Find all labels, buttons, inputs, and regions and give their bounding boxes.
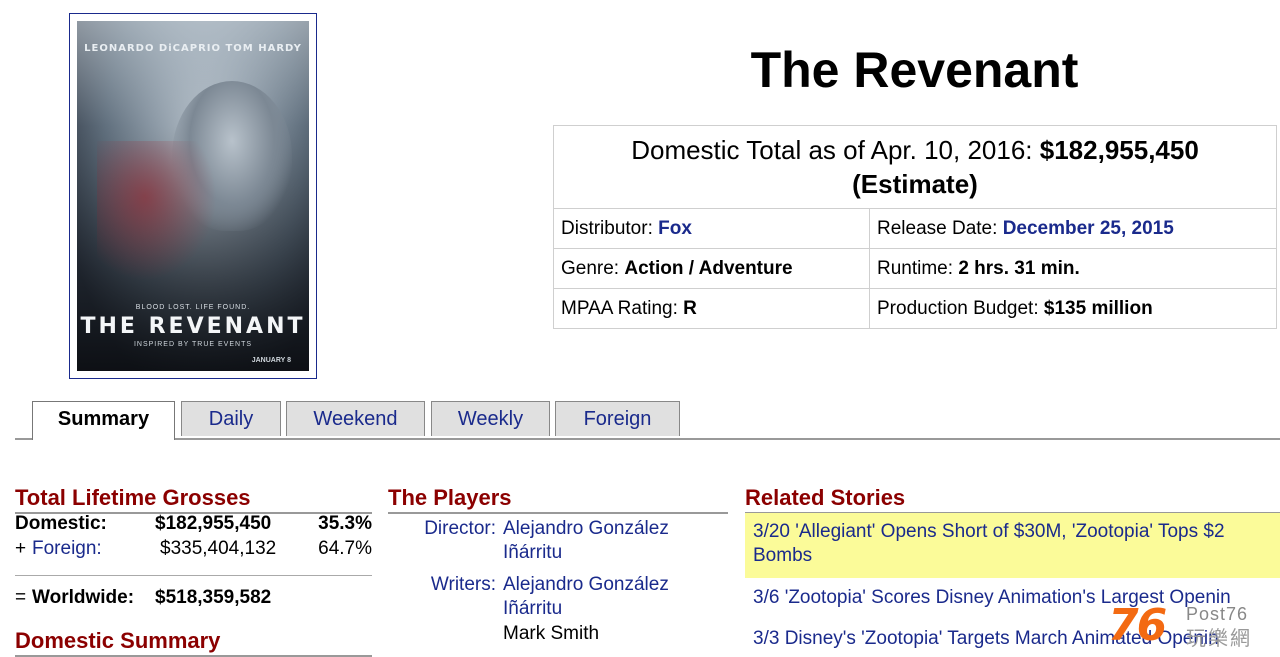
players-heading: The Players bbox=[388, 485, 512, 510]
poster-title: THE REVENANT bbox=[80, 314, 306, 339]
distributor-label: Distributor: bbox=[561, 217, 653, 239]
story-item[interactable]: 3/20 'Allegiant' Opens Short of $30M, 'Z… bbox=[745, 513, 1280, 578]
estimate-label: (Estimate) bbox=[852, 169, 978, 199]
budget-label: Production Budget: bbox=[877, 297, 1039, 319]
tab-daily[interactable]: Daily bbox=[181, 401, 281, 436]
distributor-link[interactable]: Fox bbox=[658, 218, 692, 239]
foreign-gross-prefix: + bbox=[15, 538, 27, 559]
genre-label: Genre: bbox=[561, 257, 620, 279]
writer-link[interactable]: Alejandro González bbox=[503, 573, 669, 597]
genre-value: Action / Adventure bbox=[624, 257, 793, 279]
domestic-gross-pct: 35.3% bbox=[318, 513, 372, 534]
mpaa-value: R bbox=[683, 297, 697, 319]
domestic-total-value: $182,955,450 bbox=[1039, 135, 1199, 165]
release-date-label: Release Date: bbox=[877, 217, 998, 239]
players-divider bbox=[388, 512, 728, 514]
story-item-text: 3/20 'Allegiant' Opens Short of $30M, 'Z… bbox=[753, 521, 1225, 542]
budget-value: $135 million bbox=[1043, 297, 1153, 319]
tab-weekend[interactable]: Weekend bbox=[286, 401, 425, 436]
poster-artwork: LEONARDO DiCAPRIO TOM HARDY BLOOD LOST. … bbox=[77, 21, 309, 371]
runtime-label: Runtime: bbox=[877, 257, 954, 279]
mpaa-cell: MPAA Rating: R bbox=[553, 288, 870, 329]
domestic-gross-value: $182,955,450 bbox=[155, 513, 272, 534]
mpaa-label: MPAA Rating: bbox=[561, 297, 678, 319]
worldwide-value: $518,359,582 bbox=[155, 587, 272, 608]
movie-info-table: Domestic Total as of Apr. 10, 2016: $182… bbox=[553, 125, 1277, 329]
story-item-text-line2: Bombs bbox=[753, 545, 813, 566]
director-link[interactable]: Alejandro González bbox=[503, 517, 669, 541]
movie-poster: LEONARDO DiCAPRIO TOM HARDY BLOOD LOST. … bbox=[69, 13, 317, 379]
foreign-gross-link[interactable]: Foreign: bbox=[32, 537, 102, 561]
release-date-cell: Release Date: December 25, 2015 bbox=[869, 208, 1277, 249]
writer-link-line2[interactable]: Iñárritu bbox=[503, 597, 562, 621]
view-tabs: Summary Daily Weekend Weekly Foreign bbox=[15, 401, 1280, 440]
tab-weekly[interactable]: Weekly bbox=[431, 401, 550, 436]
grosses-heading: Total Lifetime Grosses bbox=[15, 485, 251, 510]
runtime-value: 2 hrs. 31 min. bbox=[958, 257, 1080, 279]
distributor-cell: Distributor: Fox bbox=[553, 208, 870, 249]
poster-face-art bbox=[172, 81, 292, 231]
watermark-chinese: 玩樂網 bbox=[1186, 628, 1252, 650]
poster-subtitle: INSPIRED BY TRUE EVENTS bbox=[133, 341, 253, 348]
poster-tagline: BLOOD LOST. LIFE FOUND. bbox=[135, 304, 251, 311]
page-title: The Revenant bbox=[750, 42, 1079, 98]
domestic-gross-label: Domestic: bbox=[15, 513, 107, 534]
genre-cell: Genre: Action / Adventure bbox=[553, 248, 870, 289]
domestic-summary-heading: Domestic Summary bbox=[15, 628, 221, 653]
poster-date: JANUARY 8 bbox=[251, 357, 291, 364]
domestic-total-cell: Domestic Total as of Apr. 10, 2016: $182… bbox=[553, 125, 1277, 209]
watermark-number: 76 bbox=[1108, 600, 1167, 651]
stories-heading: Related Stories bbox=[745, 485, 906, 510]
worldwide-divider bbox=[15, 575, 372, 576]
tab-summary[interactable]: Summary bbox=[32, 401, 175, 440]
foreign-gross-value: $335,404,132 bbox=[160, 538, 277, 559]
tab-foreign[interactable]: Foreign bbox=[555, 401, 680, 436]
site-watermark: 76 Post76 玩樂網 bbox=[1108, 600, 1280, 657]
poster-actors: LEONARDO DiCAPRIO TOM HARDY bbox=[84, 43, 302, 54]
writer-name: Mark Smith bbox=[503, 623, 600, 644]
writers-label[interactable]: Writers: bbox=[388, 573, 496, 597]
worldwide-prefix: = bbox=[15, 587, 27, 608]
domestic-total-label: Domestic Total as of Apr. 10, 2016: bbox=[631, 135, 1033, 165]
director-label[interactable]: Director: bbox=[388, 517, 496, 541]
budget-cell: Production Budget: $135 million bbox=[869, 288, 1277, 329]
foreign-gross-pct: 64.7% bbox=[318, 538, 372, 559]
worldwide-label: Worldwide: bbox=[32, 587, 135, 608]
director-link-line2[interactable]: Iñárritu bbox=[503, 541, 562, 565]
runtime-cell: Runtime: 2 hrs. 31 min. bbox=[869, 248, 1277, 289]
release-date-link[interactable]: December 25, 2015 bbox=[1003, 218, 1174, 239]
